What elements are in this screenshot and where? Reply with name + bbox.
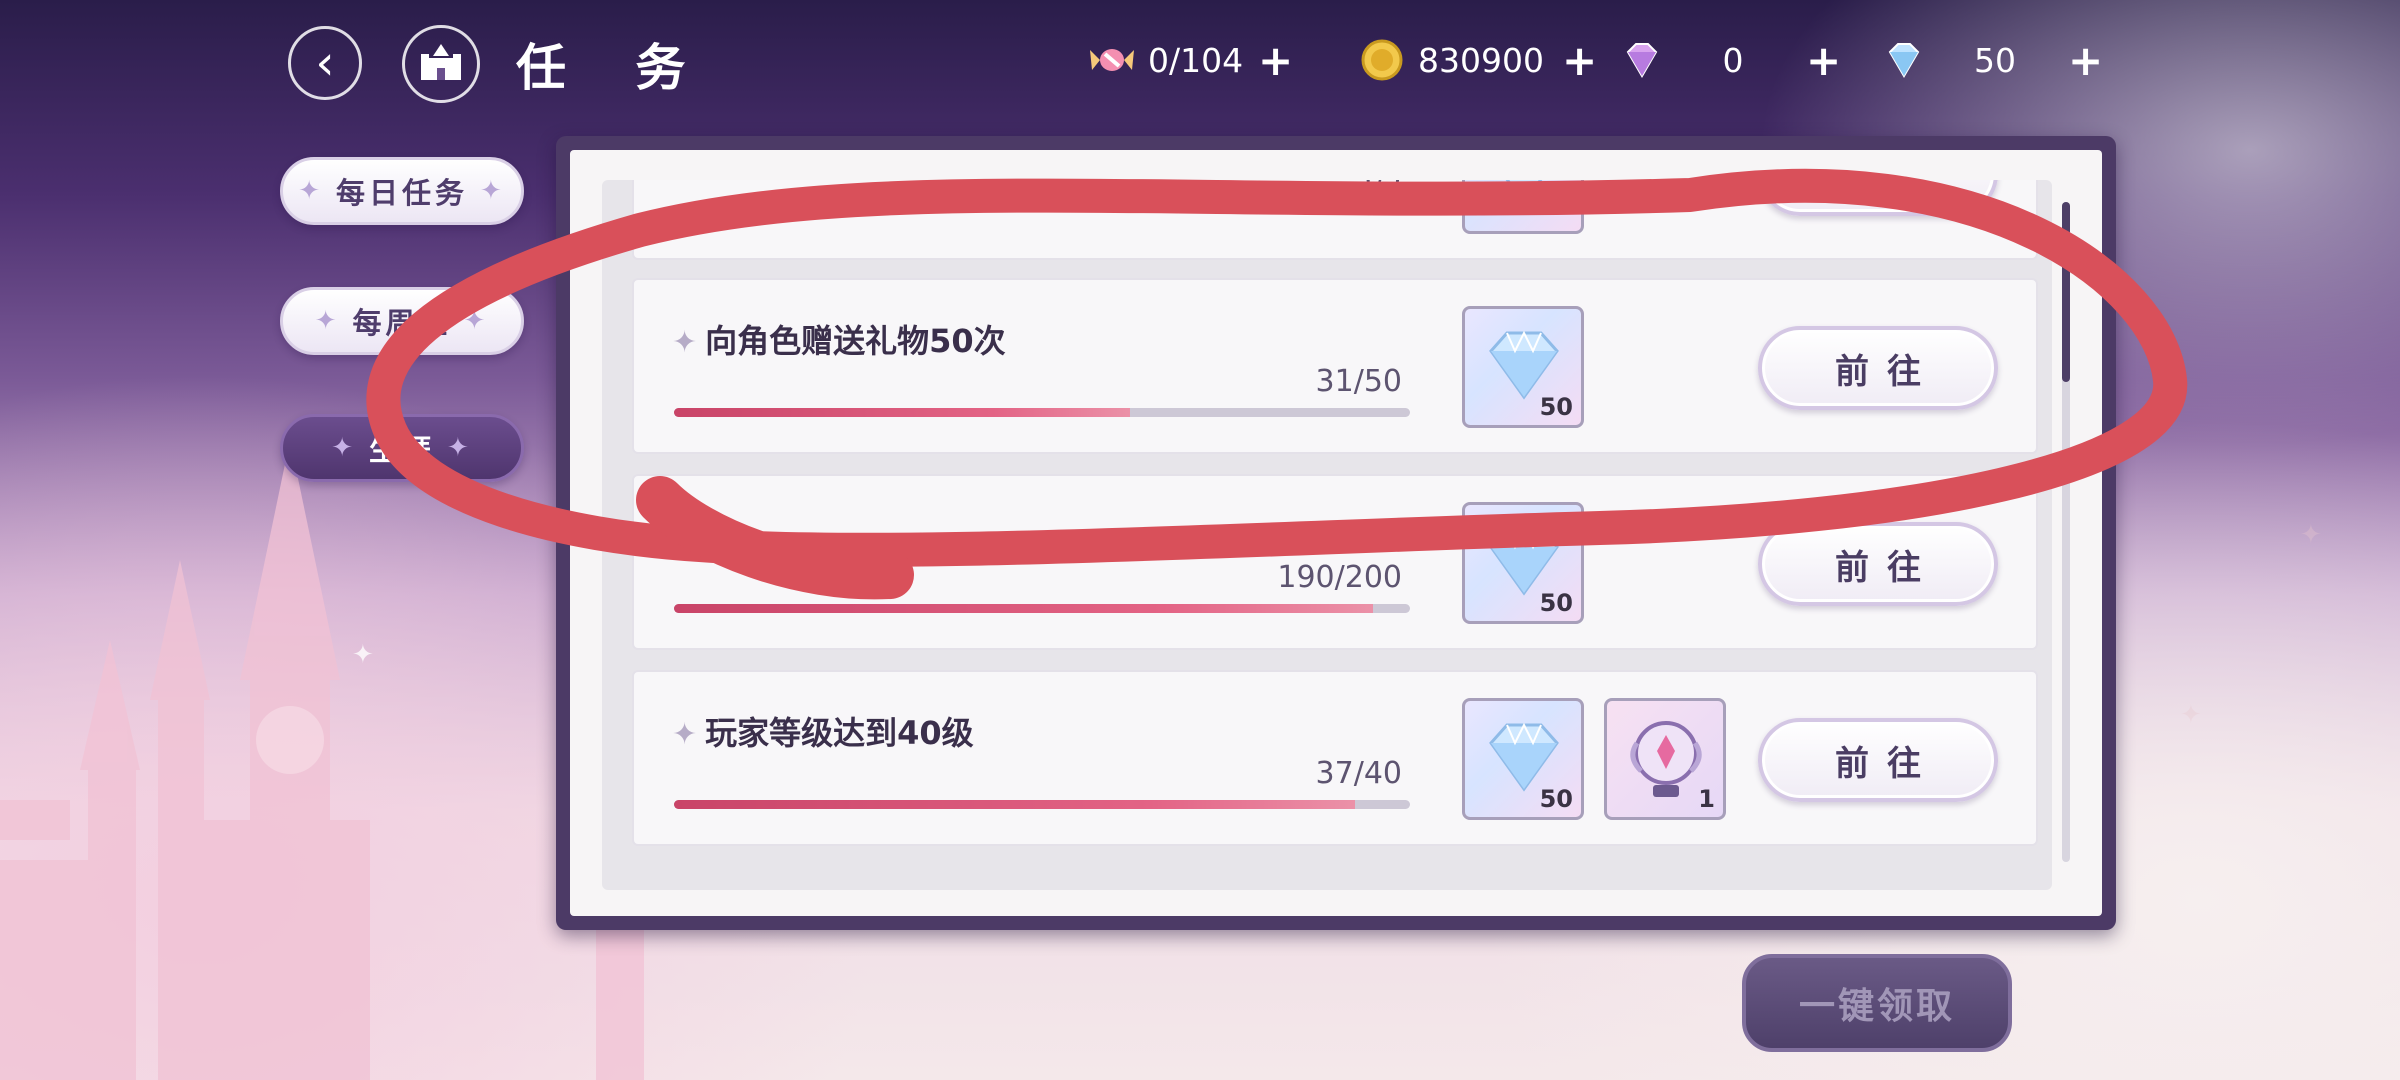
- diamond-icon: [1505, 180, 1543, 206]
- task-list[interactable]: 2/3 前往 ✦向角色赠送礼物50次 31/50: [602, 180, 2052, 890]
- reward-slot[interactable]: 50: [1462, 502, 1584, 624]
- tab-daily-tasks[interactable]: ✦ 每日任务 ✦: [280, 157, 524, 225]
- top-bar: ‹ 任 务 0/104 + 830900 + 0 + 50 +: [0, 0, 2400, 120]
- sparkle-icon: ✦: [314, 306, 341, 336]
- blue-diamond-counter: 50 +: [1882, 30, 2103, 90]
- tab-label: 生涯: [368, 433, 435, 467]
- coin-icon: [1361, 39, 1403, 81]
- task-progress-text: 190/200: [1277, 560, 1402, 595]
- go-button[interactable]: 前往: [1758, 326, 1998, 410]
- sparkle-icon: ✦: [672, 717, 698, 752]
- reward-count: 50: [1539, 589, 1573, 617]
- task-progress-bar: [674, 800, 1410, 809]
- reward-slot[interactable]: 1: [1604, 698, 1726, 820]
- add-candy-button[interactable]: +: [1258, 36, 1293, 85]
- tab-label: 每周任: [352, 306, 452, 340]
- sparkle-icon: ✦: [298, 176, 324, 206]
- scrollbar-thumb[interactable]: [2062, 202, 2070, 382]
- task-title-text: 向角色赠送礼物50次: [705, 322, 1006, 360]
- reward-slot[interactable]: [1462, 180, 1584, 234]
- task-item: 2/3 前往: [632, 180, 2038, 260]
- sparkle-icon: ✦: [447, 433, 473, 463]
- blue-diamond-icon: [1888, 43, 1920, 78]
- add-gold-button[interactable]: +: [1562, 36, 1597, 85]
- claim-all-button[interactable]: 一键领取: [1742, 954, 2012, 1052]
- candy-icon: [1090, 49, 1134, 71]
- reward-slot[interactable]: 50: [1462, 698, 1584, 820]
- add-pink-diamond-button[interactable]: +: [1806, 36, 1841, 85]
- task-title: ✦ 玩家等级达到40级: [672, 708, 974, 754]
- task-title-text: 玩家等级达到40级: [705, 714, 974, 752]
- castle-icon: [421, 44, 461, 80]
- task-progress-text: 37/40: [1315, 756, 1402, 791]
- gold-value: 830900: [1418, 40, 1544, 80]
- sparkle-icon: ✦: [463, 306, 490, 336]
- task-item: ✦ 玩家等级达到40级 37/40 50 1 前往: [632, 670, 2038, 846]
- sparkle-icon: ✦: [2180, 700, 2202, 730]
- go-button[interactable]: 前往: [1758, 522, 1998, 606]
- task-progress-bar: [674, 408, 1410, 417]
- task-progress-fill: [674, 408, 1131, 417]
- pink-diamond-counter: 0 +: [1620, 30, 1841, 90]
- pink-diamond-value: 0: [1722, 40, 1744, 80]
- reward-count: 1: [1698, 785, 1715, 813]
- go-button[interactable]: 前往: [1758, 180, 1998, 216]
- reward-slot[interactable]: 50: [1462, 306, 1584, 428]
- pink-diamond-icon: [1626, 43, 1658, 78]
- task-panel-inner: 2/3 前往 ✦向角色赠送礼物50次 31/50: [570, 150, 2102, 916]
- sparkle-icon: ✦: [352, 640, 374, 670]
- blue-diamond-value: 50: [1974, 40, 2016, 80]
- task-progress-fill: [674, 800, 1355, 809]
- tab-career[interactable]: ✦ 生涯 ✦: [280, 414, 524, 482]
- sparkle-icon: ✦: [2300, 520, 2322, 550]
- tab-weekly-tasks[interactable]: ✦ 每周任 ✦: [280, 287, 524, 355]
- task-progress-fill: [674, 604, 1374, 613]
- task-panel: 2/3 前往 ✦向角色赠送礼物50次 31/50: [556, 136, 2116, 930]
- reward-count: 50: [1539, 393, 1573, 421]
- task-progress-text: 31/50: [1315, 364, 1402, 399]
- candy-value: 0/104: [1148, 40, 1244, 80]
- task-item: ✦ 向角色赠送礼物50次 31/50 50 前往: [632, 278, 2038, 454]
- go-button[interactable]: 前往: [1758, 718, 1998, 802]
- scrollbar[interactable]: [2062, 202, 2070, 862]
- trophy-icon: [1630, 721, 1702, 797]
- tab-label: 每日任务: [335, 176, 468, 210]
- gold-counter: 830900 +: [1360, 30, 1597, 90]
- task-title: ✦ 向角色赠送礼物50次: [672, 316, 1006, 362]
- add-blue-diamond-button[interactable]: +: [2068, 36, 2103, 85]
- reward-count: 50: [1539, 785, 1573, 813]
- task-progress-bar: [674, 604, 1410, 613]
- task-item: 190/200 50 前往: [632, 474, 2038, 650]
- sparkle-icon: ✦: [480, 176, 506, 206]
- task-progress-text: 2/3: [1353, 180, 1402, 205]
- sparkle-icon: ✦: [672, 325, 698, 360]
- candy-counter: 0/104 +: [1090, 30, 1293, 90]
- sparkle-icon: ✦: [331, 433, 357, 463]
- home-button[interactable]: [402, 25, 480, 103]
- back-arrow-icon: ‹: [315, 35, 335, 91]
- page-title: 任 务: [516, 38, 712, 97]
- back-button[interactable]: ‹: [288, 26, 362, 100]
